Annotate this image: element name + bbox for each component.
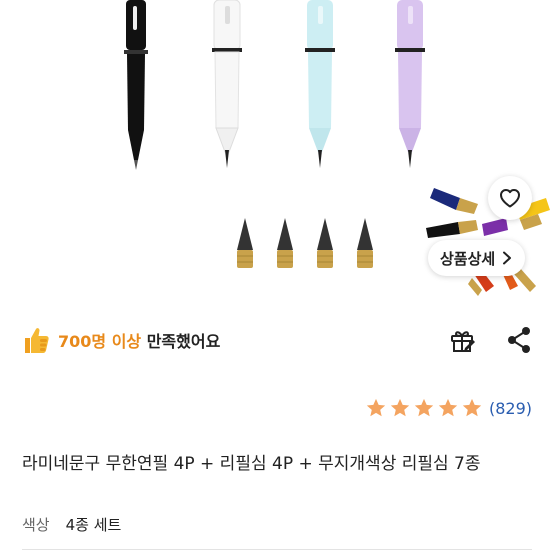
star-icon bbox=[438, 398, 458, 417]
product-title: 라미네문구 무한연필 4P + 리필심 4P + 무지개색상 리필심 7종 bbox=[22, 454, 481, 474]
social-proof-row: 700명 이상 만족했어요 bbox=[22, 320, 532, 360]
star-icon bbox=[366, 398, 386, 417]
heart-outline-icon bbox=[500, 189, 520, 208]
star-icon bbox=[462, 398, 482, 417]
product-actions bbox=[448, 326, 532, 354]
star-icon bbox=[390, 398, 410, 417]
chevron-right-icon bbox=[503, 251, 512, 265]
divider bbox=[22, 549, 532, 550]
review-count-link[interactable]: (829) bbox=[489, 399, 532, 418]
star-icon bbox=[414, 398, 434, 417]
refill-colors-thumbnail bbox=[420, 168, 552, 300]
product-detail-button[interactable]: 상품상세 bbox=[428, 240, 526, 276]
pencil-lavender-image bbox=[395, 0, 425, 168]
option-value: 4종 세트 bbox=[65, 516, 122, 534]
option-label: 색상 bbox=[22, 516, 50, 534]
option-row[interactable]: 색상 4종 세트 bbox=[22, 514, 121, 535]
thumbs-up-icon bbox=[25, 328, 49, 353]
refill-tip-image bbox=[357, 218, 373, 268]
pencil-sky-image bbox=[305, 0, 335, 168]
gift-icon[interactable] bbox=[448, 326, 476, 354]
refill-tip-image bbox=[237, 218, 253, 268]
pencil-white-image bbox=[212, 0, 242, 168]
social-proof-highlight: 700명 이상 bbox=[58, 332, 142, 351]
rating-row[interactable]: (829) bbox=[365, 394, 532, 422]
refill-tip-image bbox=[317, 218, 333, 268]
refill-tip-image bbox=[277, 218, 293, 268]
social-proof-text: 700명 이상 만족했어요 bbox=[58, 328, 220, 352]
product-image[interactable]: 상품상세 bbox=[0, 0, 552, 300]
pencil-black-image bbox=[124, 0, 148, 170]
product-detail-label: 상품상세 bbox=[440, 249, 496, 268]
social-proof-rest: 만족했어요 bbox=[141, 332, 221, 351]
like-button[interactable] bbox=[488, 176, 532, 220]
share-icon[interactable] bbox=[506, 326, 532, 354]
